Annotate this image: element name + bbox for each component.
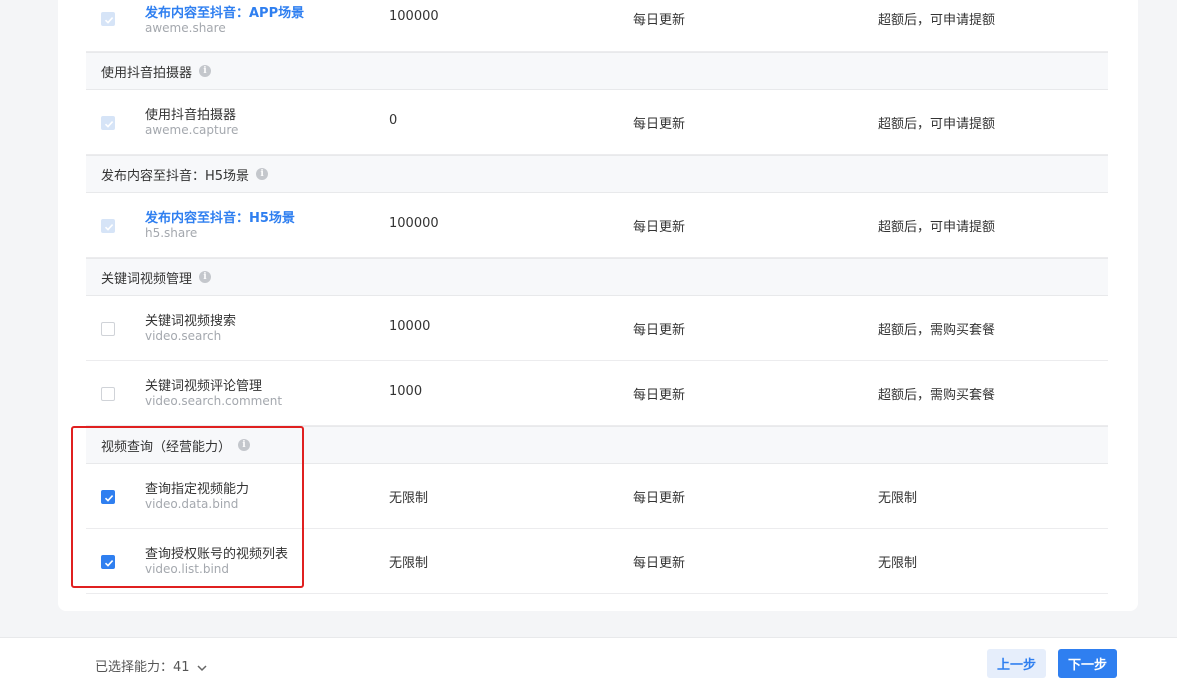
checkmark-icon xyxy=(104,121,114,128)
row-checkbox[interactable] xyxy=(101,490,115,504)
capability-frequency: 每日更新 xyxy=(633,220,686,235)
row-checkbox xyxy=(101,219,115,233)
capability-row-aweme-capture[interactable]: 使用抖音拍摄器 aweme.capture 0 每日更新 超额后，可申请提额 xyxy=(86,90,1108,155)
capability-row-video-search-comment[interactable]: 关键词视频评论管理 video.search.comment 1000 每日更新… xyxy=(86,361,1108,426)
row-checkbox[interactable] xyxy=(101,387,115,401)
info-icon[interactable]: i xyxy=(238,439,251,451)
capability-frequency: 每日更新 xyxy=(633,388,686,403)
group-header-h5-share: 发布内容至抖音：H5场景 i xyxy=(86,155,1108,193)
footer-bar: 已选择能力：41 上一步 下一步 xyxy=(0,637,1177,689)
capability-quota: 0 xyxy=(389,113,398,128)
group-header-video-search: 关键词视频管理 i xyxy=(86,258,1108,296)
capability-row-video-list-bind[interactable]: 查询授权账号的视频列表 video.list.bind 无限制 每日更新 无限制 xyxy=(86,529,1108,594)
row-checkbox xyxy=(101,116,115,130)
capability-name: 使用抖音拍摄器 xyxy=(145,108,237,123)
capability-table: 发布内容至抖音：APP场景 aweme.share 100000 每日更新 超额… xyxy=(86,0,1108,594)
checkmark-icon xyxy=(104,495,114,502)
group-title: 使用抖音拍摄器 xyxy=(101,65,193,81)
prev-step-button[interactable]: 上一步 xyxy=(987,649,1046,678)
capability-row-h5-share[interactable]: 发布内容至抖音：H5场景 h5.share 100000 每日更新 超额后，可申… xyxy=(86,193,1108,258)
capability-policy: 无限制 xyxy=(878,556,918,571)
capability-policy: 超额后，可申请提额 xyxy=(878,220,996,235)
selected-count[interactable]: 已选择能力：41 xyxy=(95,656,190,675)
capability-row-aweme-share[interactable]: 发布内容至抖音：APP场景 aweme.share 100000 每日更新 超额… xyxy=(86,0,1108,52)
capability-quota: 无限制 xyxy=(389,556,429,571)
group-header-aweme-capture: 使用抖音拍摄器 i xyxy=(86,52,1108,90)
capability-code: aweme.capture xyxy=(145,123,239,137)
capability-frequency: 每日更新 xyxy=(633,556,686,571)
capability-frequency: 每日更新 xyxy=(633,491,686,506)
capability-policy: 超额后，可申请提额 xyxy=(878,13,996,28)
capability-policy: 超额后，需购买套餐 xyxy=(878,388,996,403)
capability-code: video.list.bind xyxy=(145,562,229,576)
capability-code: video.search.comment xyxy=(145,394,283,408)
info-icon[interactable]: i xyxy=(199,65,212,77)
capability-frequency: 每日更新 xyxy=(633,323,686,338)
chevron-down-icon[interactable] xyxy=(196,658,208,677)
capability-name: 关键词视频搜索 xyxy=(145,314,237,329)
checkmark-icon xyxy=(104,560,114,567)
row-checkbox xyxy=(101,12,115,26)
capability-code: video.data.bind xyxy=(145,497,239,511)
capability-policy: 超额后，需购买套餐 xyxy=(878,323,996,338)
next-step-button[interactable]: 下一步 xyxy=(1058,649,1117,678)
capability-code: video.search xyxy=(145,329,222,343)
group-title: 关键词视频管理 xyxy=(101,271,193,287)
capability-quota: 100000 xyxy=(389,216,439,231)
capability-name: 关键词视频评论管理 xyxy=(145,379,263,394)
capability-quota: 无限制 xyxy=(389,491,429,506)
capability-policy: 无限制 xyxy=(878,491,918,506)
capability-frequency: 每日更新 xyxy=(633,117,686,132)
capability-quota: 1000 xyxy=(389,384,423,399)
group-header-video-data: 视频查询（经营能力） i xyxy=(86,426,1108,464)
row-checkbox[interactable] xyxy=(101,555,115,569)
capability-policy: 超额后，可申请提额 xyxy=(878,117,996,132)
capability-frequency: 每日更新 xyxy=(633,13,686,28)
capability-quota: 10000 xyxy=(389,319,431,334)
checkmark-icon xyxy=(104,17,114,24)
capability-code: h5.share xyxy=(145,226,198,240)
group-title: 视频查询（经营能力） xyxy=(101,439,232,455)
capability-code: aweme.share xyxy=(145,21,226,35)
capability-row-video-data-bind[interactable]: 查询指定视频能力 video.data.bind 无限制 每日更新 无限制 xyxy=(86,464,1108,529)
capability-name[interactable]: 发布内容至抖音：H5场景 xyxy=(145,207,295,226)
capability-name: 查询指定视频能力 xyxy=(145,482,250,497)
info-icon[interactable]: i xyxy=(199,271,212,283)
capability-name: 查询授权账号的视频列表 xyxy=(145,547,289,562)
info-icon[interactable]: i xyxy=(256,168,269,180)
group-title: 发布内容至抖音：H5场景 xyxy=(101,168,250,184)
row-checkbox[interactable] xyxy=(101,322,115,336)
capability-quota: 100000 xyxy=(389,9,439,24)
capability-name[interactable]: 发布内容至抖音：APP场景 xyxy=(145,2,304,21)
capability-row-video-search[interactable]: 关键词视频搜索 video.search 10000 每日更新 超额后，需购买套… xyxy=(86,296,1108,361)
checkmark-icon xyxy=(104,224,114,231)
